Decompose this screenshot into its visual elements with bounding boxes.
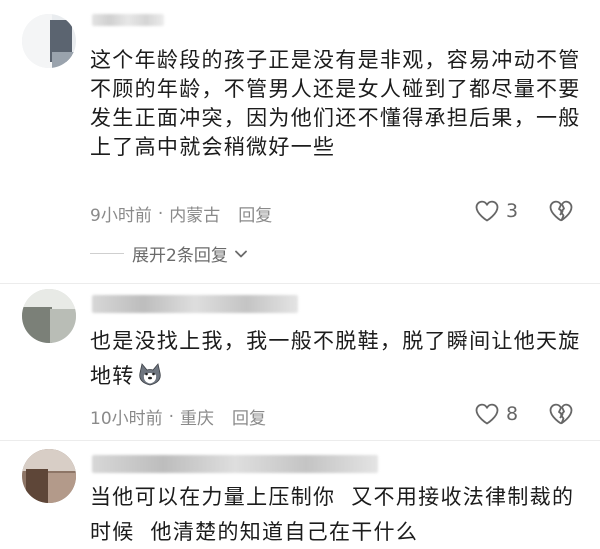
comment-item: 也是没找上我，我一般不脱鞋，脱了瞬间让他天旋 地转 10小时前 · 重庆 回复 … — [0, 285, 600, 435]
avatar[interactable] — [22, 289, 76, 343]
comment-text: 也是没找上我，我一般不脱鞋，脱了瞬间让他天旋 地转 — [90, 327, 585, 391]
like-count: 8 — [506, 403, 519, 425]
comment-text-line: 发生正面冲突，因为他们还不懂得承担后果，一般 — [90, 106, 581, 130]
avatar[interactable] — [22, 14, 76, 68]
separator: · — [157, 203, 164, 224]
comment-text-line: 上了高中就会稍微好一些 — [90, 135, 336, 159]
reply-button[interactable]: 回复 — [232, 404, 266, 429]
like-button[interactable]: 8 — [474, 402, 518, 426]
timestamp: 9小时前 — [90, 206, 152, 226]
timestamp: 10小时前 — [90, 409, 163, 429]
expand-replies-button[interactable]: 展开2条回复 — [90, 241, 248, 266]
heart-outline-icon — [474, 199, 500, 223]
username-redacted[interactable] — [92, 455, 378, 473]
expand-replies-label: 展开2条回复 — [132, 246, 228, 266]
husky-dog-emoji-icon — [137, 362, 163, 388]
reply-button[interactable]: 回复 — [238, 201, 272, 226]
comment-text-line: 也是没找上我，我一般不脱鞋，脱了瞬间让他天旋 — [90, 329, 581, 353]
comment-meta: 9小时前 · 内蒙古 回复 — [90, 201, 272, 227]
like-button[interactable]: 3 — [474, 199, 518, 223]
comment-text-fragment: 地转 — [90, 364, 135, 388]
dislike-button[interactable] — [548, 402, 574, 430]
comment-meta: 10小时前 · 重庆 回复 — [90, 404, 266, 430]
comment-item: 这个年龄段的孩子正是没有是非观，容易冲动不管 不顾的年龄，不管男人还是女人碰到了… — [0, 0, 600, 285]
chevron-down-icon — [234, 244, 248, 263]
comment-text: 这个年龄段的孩子正是没有是非观，容易冲动不管 不顾的年龄，不管男人还是女人碰到了… — [90, 46, 585, 162]
avatar[interactable] — [22, 449, 76, 503]
comment-text-line: 地转 — [90, 362, 585, 391]
username-redacted[interactable] — [92, 14, 164, 26]
username-redacted[interactable] — [92, 295, 298, 313]
comment-text-line: 不顾的年龄，不管男人还是女人碰到了都尽量不要 — [90, 77, 581, 101]
comment-text: 当他可以在力量上压制你 又不用接收法律制裁的 时候 他清楚的知道自己在干什么 — [90, 483, 585, 547]
dislike-button[interactable] — [548, 199, 574, 227]
comment-text-line: 当他可以在力量上压制你 又不用接收法律制裁的 — [90, 485, 575, 509]
comment-item: 当他可以在力量上压制你 又不用接收法律制裁的 时候 他清楚的知道自己在干什么 — [0, 441, 600, 549]
comment-text-line: 时候 他清楚的知道自己在干什么 — [90, 520, 419, 544]
comment-text-line: 这个年龄段的孩子正是没有是非观，容易冲动不管 — [90, 48, 581, 72]
location: 内蒙古 — [169, 206, 221, 226]
broken-heart-outline-icon — [548, 403, 574, 430]
heart-outline-icon — [474, 402, 500, 426]
separator: · — [168, 406, 175, 427]
like-count: 3 — [506, 200, 519, 222]
divider — [0, 283, 600, 284]
expand-divider-line — [90, 253, 124, 254]
broken-heart-outline-icon — [548, 200, 574, 227]
location: 重庆 — [180, 409, 215, 429]
